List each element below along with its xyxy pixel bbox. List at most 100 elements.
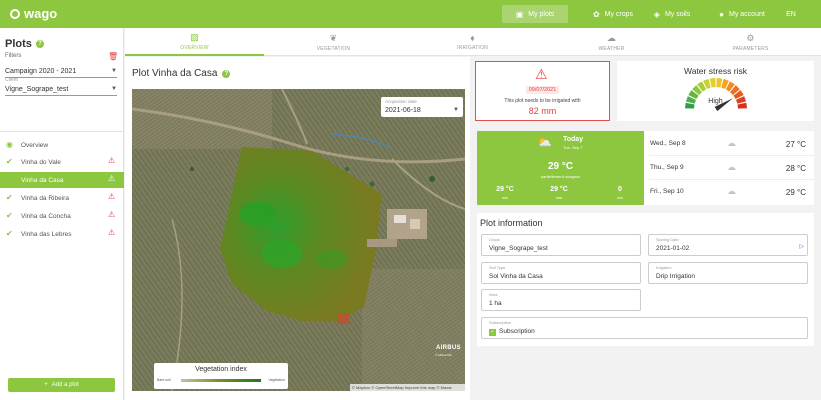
tab-overview[interactable]: ▨ OVERVIEW <box>125 28 264 56</box>
client-caption: Client <box>5 77 18 83</box>
chevron-down-icon: ▼ <box>111 68 117 74</box>
client-select[interactable]: Client Vigne_Sogrape_test ▼ <box>5 77 117 96</box>
sidebar-item-label: Vinha da Ribeira <box>21 194 69 202</box>
today-max-label: max <box>555 196 563 200</box>
sidebar-item-overview[interactable]: ◉ Overview <box>0 137 124 153</box>
trash-icon[interactable]: 🗑 <box>108 52 118 61</box>
add-plot-button[interactable]: + Add a plot <box>8 378 115 392</box>
calendar-icon[interactable]: ▷ <box>799 243 804 250</box>
field-value: 2021-01-02 <box>656 245 690 252</box>
nav-label: My plots <box>528 10 555 18</box>
acquisition-caption: Acquisition date <box>385 99 417 104</box>
acquisition-value: 2021-06-18 <box>385 107 421 114</box>
soil-type-field[interactable]: Soil Type Sol Vinha da Casa <box>481 262 641 284</box>
sidebar-item-label: Vinha da Concha <box>21 212 71 220</box>
sidebar-item-label: Overview <box>21 141 49 149</box>
forecast-row: Fri., Sep 10 ☁ 29 °C <box>649 180 814 204</box>
divider <box>0 131 124 132</box>
warning-icon: ⚠ <box>108 210 116 219</box>
chevron-down-icon: ▼ <box>453 107 459 113</box>
field-caption: Area <box>489 292 498 297</box>
nav-my-account[interactable]: ● My account <box>712 5 772 23</box>
forecast-temp: 28 °C <box>785 164 806 173</box>
sidebar-item-plot[interactable]: ✔ Vinha da Ribeira ⚠ <box>0 190 124 206</box>
help-icon[interactable]: ? <box>35 40 44 48</box>
add-plot-label: Add a plot <box>51 382 79 388</box>
nav-my-plots[interactable]: ▣ My plots <box>502 5 568 23</box>
today-desc: partiellement nuageux <box>540 174 581 179</box>
irrigation-alert-card: ⚠ 09/07/2021 This plot needs to be irrig… <box>475 61 610 121</box>
vegetation-legend: Vegetation index Bare soil Vegetation <box>154 363 288 389</box>
weather-card: ⛅ Today Tue, Sep 7 29 °C partiellement n… <box>477 131 814 205</box>
map-attribution[interactable]: © Mapbox © OpenStreetMap Improve this ma… <box>350 384 465 391</box>
checkbox-checked-icon[interactable]: ✓ <box>489 329 496 336</box>
legend-high-label: Vegetation <box>268 378 285 382</box>
field-value: Sol Vinha da Casa <box>489 273 543 280</box>
irrigation-field[interactable]: Irrigation Drip Irrigation <box>648 262 808 284</box>
field-caption: Crops <box>489 237 500 242</box>
tab-irrigation[interactable]: ♦ IRRIGATION <box>403 28 542 56</box>
logo-text: wago <box>24 6 58 21</box>
tab-label: IRRIGATION <box>457 45 488 51</box>
sidebar-item-plot[interactable]: ✔ Vinha do Vale ⚠ <box>0 154 124 170</box>
warning-icon: ⚠ <box>535 66 548 82</box>
field-value: Vigne_Sogrape_test <box>489 245 548 252</box>
today-temp: 29 °C <box>547 161 574 172</box>
sowing-date-field[interactable]: Sowing Date 2021-01-02 ▷ <box>648 234 808 256</box>
cloud-icon: ☁ <box>727 138 736 148</box>
acquisition-date-select[interactable]: Acquisition date 2021-06-18 ▼ <box>381 97 463 117</box>
map-icon: ▣ <box>515 9 524 19</box>
forecast-row: Wed., Sep 8 ☁ 27 °C <box>649 132 814 156</box>
field-value: 1 ha <box>489 300 502 307</box>
sidebar-item-label: Vinha da Casa <box>21 176 64 184</box>
image-icon: ▨ <box>190 31 199 42</box>
subscription-label: Subscription <box>499 328 535 335</box>
wago-logo[interactable]: wago <box>10 6 57 21</box>
gauge-segment <box>709 78 716 88</box>
campaign-value: Campaign 2020 - 2021 <box>5 68 77 75</box>
today-rain: 0 <box>618 186 622 193</box>
tab-label: PARAMETERS <box>732 45 769 52</box>
forecast-day: Wed., Sep 8 <box>650 140 686 147</box>
sidebar-item-plot[interactable]: ✔ Vinha da Concha ⚠ <box>0 208 124 224</box>
cloud-icon: ☁ <box>727 186 736 196</box>
plot-title-text: Plot Vinha da Casa <box>132 68 218 79</box>
sidebar-item-plot[interactable]: ✔ Vinha das Lebres ⚠ <box>0 226 124 242</box>
warning-icon: ⚠ <box>108 192 116 201</box>
today-min-label: min <box>502 196 508 200</box>
legend-low-label: Bare soil <box>157 378 171 382</box>
check-shield-icon: ✔ <box>6 193 13 202</box>
sprout-icon: ✿ <box>592 9 600 19</box>
alert-date: 09/07/2021 <box>476 86 609 94</box>
tab-weather[interactable]: ☁ WEATHER <box>542 28 681 56</box>
language-selector[interactable]: EN <box>783 5 799 23</box>
campaign-select[interactable]: Campaign 2020 - 2021 ▼ <box>5 66 117 78</box>
cloud-icon: ☁ <box>727 162 736 172</box>
info-title: Plot information <box>480 218 543 228</box>
sidebar-item-label: Vinha das Lebres <box>21 230 72 238</box>
subscription-field[interactable]: Subscription ✓ Subscription <box>481 317 808 339</box>
rss-icon: ◉ <box>6 140 13 149</box>
forecast-day: Thu., Sep 9 <box>650 164 684 171</box>
today-date: Tue, Sep 7 <box>563 145 583 150</box>
tab-parameters[interactable]: ⚙ PARAMETERS <box>681 28 820 56</box>
nav-my-soils[interactable]: ◈ My soils <box>642 5 702 23</box>
crops-field[interactable]: Crops Vigne_Sogrape_test <box>481 234 641 256</box>
satellite-map[interactable]: Acquisition date 2021-06-18 ▼ AIRBUS © A… <box>132 89 465 391</box>
help-icon[interactable]: ? <box>222 69 231 78</box>
weather-today: ⛅ Today Tue, Sep 7 29 °C partiellement n… <box>477 131 644 205</box>
gauge-segment <box>716 78 723 88</box>
stress-gauge <box>685 78 747 111</box>
tab-label: WEATHER <box>598 45 625 52</box>
legend-title: Vegetation index <box>195 366 247 373</box>
alert-date-text: 09/07/2021 <box>525 86 560 94</box>
sidebar-item-plot[interactable]: Vinha da Casa ⚠ <box>0 172 124 188</box>
layers-icon: ◈ <box>653 9 660 19</box>
tab-label: VEGETATION <box>316 45 351 52</box>
nav-my-crops[interactable]: ✿ My crops <box>578 5 648 23</box>
tab-vegetation[interactable]: ❦ VEGETATION <box>264 28 403 56</box>
check-shield-icon: ✔ <box>6 229 13 238</box>
today-min: 29 °C <box>496 186 514 193</box>
forecast-row: Thu., Sep 9 ☁ 28 °C <box>649 156 814 180</box>
area-field[interactable]: Area 1 ha <box>481 289 641 311</box>
